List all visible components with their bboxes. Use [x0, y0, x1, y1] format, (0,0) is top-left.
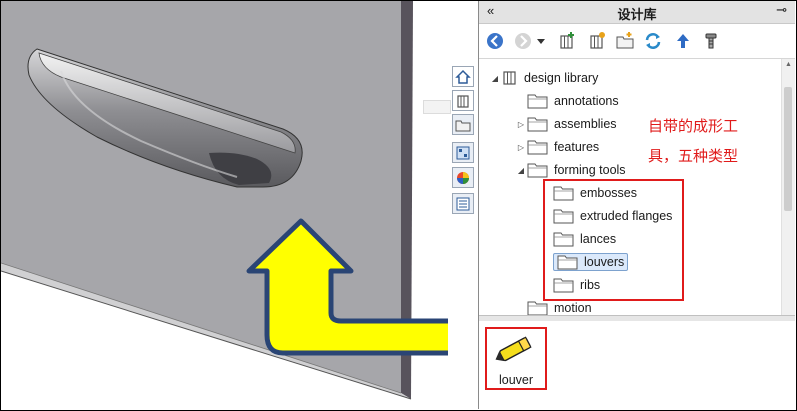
design-library-icon — [501, 70, 519, 86]
tree-item-label: assemblies — [554, 117, 617, 131]
refresh-button[interactable] — [643, 31, 663, 51]
library-toolbar — [479, 24, 795, 59]
highlight-box — [543, 179, 684, 301]
annotation-text: 自带的成形工 具，五种类型 — [648, 112, 764, 172]
tree-item-label: forming tools — [554, 163, 626, 177]
folder-icon — [527, 139, 549, 155]
panel-title: 设计库 — [617, 7, 657, 22]
refresh-icon — [645, 33, 661, 49]
tab-solidworks-resources[interactable] — [452, 66, 474, 87]
forming-tool-icon — [495, 336, 532, 362]
tab-appearances[interactable] — [452, 167, 474, 188]
expanded-arrow-icon[interactable]: ◢ — [515, 166, 527, 175]
folder-icon — [527, 93, 549, 109]
up-one-level-button[interactable] — [673, 31, 693, 51]
tree-item-label: annotations — [554, 94, 619, 108]
preview-item-label: louver — [498, 373, 534, 387]
3dcontentcentral-icon — [705, 33, 717, 49]
task-pane-tabs — [449, 62, 477, 222]
tree-root-label: design library — [524, 71, 599, 85]
graphics-viewport[interactable] — [1, 1, 448, 409]
home-icon — [455, 69, 471, 84]
forward-button[interactable] — [513, 31, 533, 51]
create-new-folder-button[interactable] — [615, 31, 635, 51]
tab-view-palette[interactable] — [452, 142, 474, 163]
add-file-location-icon — [590, 32, 605, 49]
tree-item-features[interactable]: ▷ features — [515, 136, 599, 158]
panel-titlebar: « 设计库 ⊸ — [479, 1, 795, 24]
collapsed-arrow-icon[interactable]: ▷ — [515, 120, 527, 129]
tab-file-explorer[interactable] — [452, 114, 474, 135]
tree-scrollbar[interactable]: ▲ — [781, 59, 795, 315]
folder-icon — [527, 116, 549, 132]
view-palette-icon — [456, 146, 470, 159]
tree-item-annotations[interactable]: annotations — [515, 90, 619, 112]
scroll-up-arrow-icon[interactable]: ▲ — [782, 61, 795, 68]
dropdown-arrow-icon — [537, 39, 545, 44]
library-preview-pane: louver — [479, 321, 795, 409]
folder-icon — [527, 162, 549, 178]
add-file-location-button[interactable] — [587, 31, 607, 51]
add-to-library-button[interactable] — [557, 31, 577, 51]
tree-root[interactable]: ◢ design library — [489, 67, 598, 89]
tab-design-library[interactable] — [452, 90, 474, 111]
tree-item-label: motion — [554, 301, 592, 315]
back-button[interactable] — [485, 31, 505, 51]
pin-icon[interactable]: ⊸ — [776, 2, 787, 18]
collapsed-arrow-icon[interactable]: ▷ — [515, 143, 527, 152]
forward-arrow-icon — [515, 33, 531, 49]
tree-item-assemblies[interactable]: ▷ assemblies — [515, 113, 617, 135]
back-arrow-icon — [487, 33, 503, 49]
custom-properties-icon — [456, 197, 470, 210]
annotation-line-2: 具，五种类型 — [648, 148, 739, 165]
tab-custom-properties[interactable] — [452, 193, 474, 214]
folder-icon — [455, 120, 471, 131]
tree-item-label: features — [554, 140, 600, 154]
up-one-level-icon — [677, 34, 689, 48]
add-to-library-icon — [560, 32, 574, 49]
annotation-line-1: 自带的成形工 — [648, 118, 739, 135]
folder-icon — [527, 300, 549, 315]
design-library-icon — [457, 94, 469, 108]
panel-resize-handle[interactable] — [423, 100, 451, 114]
3dcontentcentral-button[interactable] — [701, 31, 721, 51]
scroll-thumb[interactable] — [784, 87, 792, 211]
preview-item-louver[interactable]: louver — [485, 327, 547, 390]
tree-item-forming-tools[interactable]: ◢ forming tools — [515, 159, 626, 181]
create-new-folder-icon — [616, 32, 634, 49]
appearances-icon — [457, 171, 469, 184]
expanded-arrow-icon[interactable]: ◢ — [489, 74, 501, 83]
history-dropdown[interactable] — [535, 31, 547, 51]
